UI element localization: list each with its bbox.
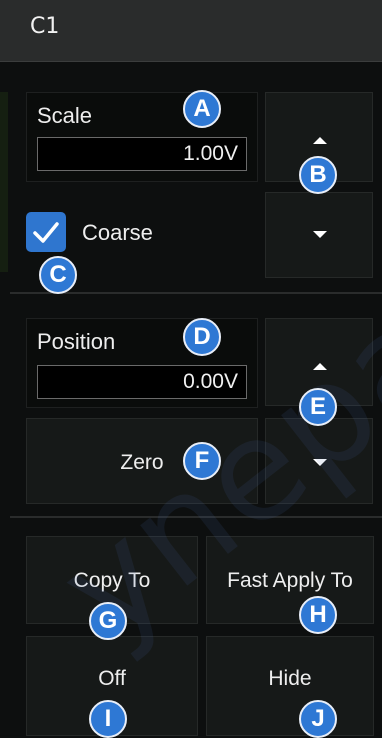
badge-c: C bbox=[39, 256, 77, 294]
coarse-label: Coarse bbox=[82, 220, 153, 245]
channel-title: C1 bbox=[30, 14, 60, 39]
header-bar: C1 bbox=[0, 0, 382, 62]
badge-e: E bbox=[299, 388, 337, 426]
scale-panel: Scale 1.00V bbox=[26, 92, 258, 182]
triangle-up-icon bbox=[313, 363, 327, 370]
badge-i: I bbox=[89, 700, 127, 738]
position-down-button[interactable] bbox=[265, 418, 373, 504]
badge-j: J bbox=[299, 700, 337, 738]
background-edge bbox=[0, 92, 8, 272]
hide-label: Hide bbox=[268, 667, 312, 690]
coarse-checkbox[interactable] bbox=[26, 212, 66, 252]
off-label: Off bbox=[98, 667, 126, 690]
checkmark-icon bbox=[33, 222, 59, 243]
badge-d: D bbox=[183, 318, 221, 356]
badge-a: A bbox=[183, 90, 221, 128]
section-divider bbox=[10, 516, 382, 518]
zero-button-label: Zero bbox=[120, 451, 164, 474]
badge-b: B bbox=[299, 156, 337, 194]
badge-f: F bbox=[183, 442, 221, 480]
scale-value-field[interactable]: 1.00V bbox=[37, 137, 247, 171]
position-label: Position bbox=[37, 329, 116, 354]
scale-down-button[interactable] bbox=[265, 192, 373, 278]
fast-apply-to-button[interactable]: Fast Apply To bbox=[206, 536, 374, 624]
coarse-toggle[interactable]: Coarse bbox=[26, 212, 186, 254]
copy-to-label: Copy To bbox=[73, 569, 151, 592]
triangle-down-icon bbox=[313, 231, 327, 238]
position-value-field[interactable]: 0.00V bbox=[37, 365, 247, 399]
zero-button[interactable]: Zero bbox=[26, 418, 258, 504]
hide-button[interactable]: Hide bbox=[206, 636, 374, 736]
badge-g: G bbox=[89, 602, 127, 640]
fast-apply-to-label: Fast Apply To bbox=[227, 569, 353, 592]
triangle-down-icon bbox=[313, 459, 327, 466]
triangle-up-icon bbox=[313, 137, 327, 144]
scale-label: Scale bbox=[37, 103, 93, 128]
badge-h: H bbox=[299, 596, 337, 634]
position-panel: Position 0.00V bbox=[26, 318, 258, 408]
